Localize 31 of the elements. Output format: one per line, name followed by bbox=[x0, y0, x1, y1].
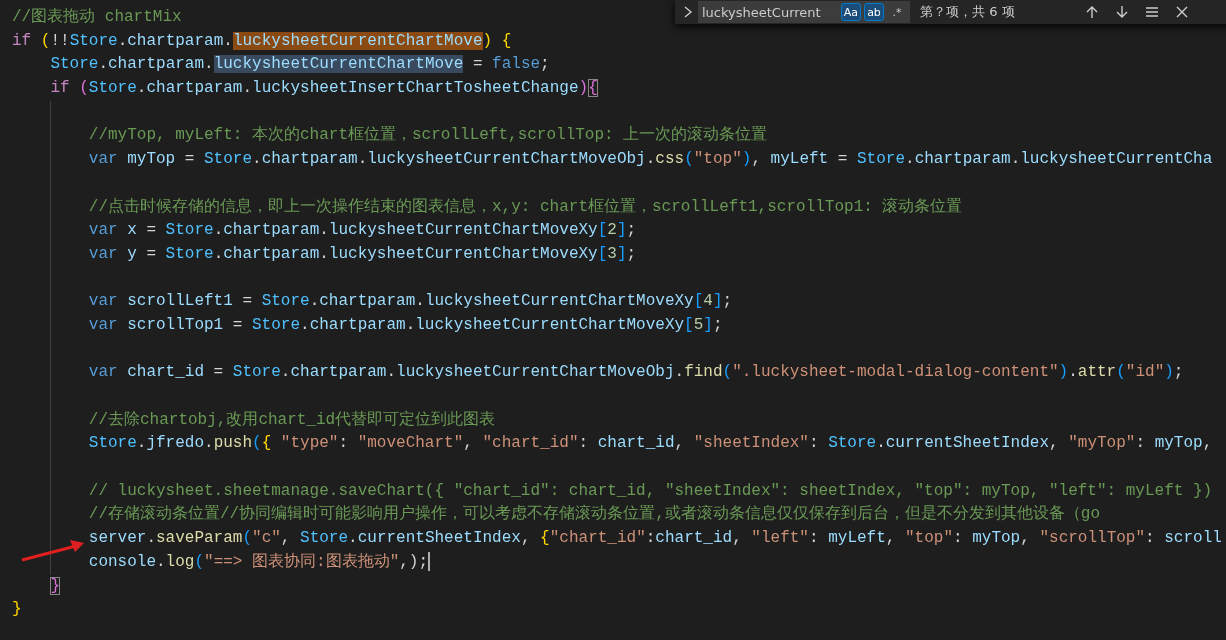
close-icon[interactable] bbox=[1174, 4, 1190, 20]
code-line: console.log("==> 图表协同:图表拖动",); bbox=[88, 551, 431, 574]
option-toggle[interactable]: .* bbox=[887, 3, 907, 21]
code-line: var scrollLeft1 = Store.chartparam.luckysheetCurrentChartMoveXy[4]; bbox=[88, 291, 733, 313]
code-line: //图表拖动 chartMix bbox=[12, 7, 182, 28]
code-line: var x = Store.chartparam.luckysheetCurrentChartMoveXy[2]; bbox=[88, 220, 637, 242]
code-line: if (!!Store.chartparam.luckysheetCurrentChartMove) { bbox=[12, 30, 512, 52]
code-line: var scrollTop1 = Store.chartparam.luckysheetCurrentChartMoveXy[5]; bbox=[88, 314, 723, 336]
code-line: //myTop, myLeft: 本次的chart框位置，scrollLeft,scrollTop: 上一次的滚动条位置 bbox=[88, 124, 768, 147]
option-toggle[interactable]: ab bbox=[864, 3, 884, 21]
code-line: var myTop = Store.chartparam.luckysheetCurrentChartMoveObj.css("top"), myLeft = Store.chartparam.luckysheetCurrentCha bbox=[88, 149, 1213, 171]
code-line: //点击时候存储的信息，即上一次操作结束的图表信息，x,y: chart框位置，scrollLeft1,scrollTop1: 滚动条位置 bbox=[88, 196, 963, 218]
match-count: 第？项，共 6 项 bbox=[920, 3, 1016, 21]
code-line: Store.chartparam.luckysheetCurrentChartMove = false; bbox=[50, 54, 550, 76]
code-line: } bbox=[12, 599, 22, 621]
code-line: server.saveParam("c", Store.currentSheetIndex, {"chart_id":chart_id, "left": myLeft, "top": myTop, "scrollTop": scroll bbox=[88, 528, 1222, 550]
lines-icon[interactable] bbox=[1144, 4, 1160, 20]
code-line: //存储滚动条位置//协同编辑时可能影响用户操作，可以考虑不存储滚动条位置,或者滚动条信息仅仅保存到后台，但是不分发到其他设备（go bbox=[88, 503, 1100, 526]
code-line: var chart_id = Store.chartparam.luckysheetCurrentChartMoveObj.find(".luckysheet-modal-dialog-content").attr("id"); bbox=[88, 362, 1184, 384]
find-input[interactable]: luckysheetCurrent Aa ab .* bbox=[698, 1, 910, 23]
code-line: //去除chartobj,改用chart_id代替即可定位到此图表 bbox=[88, 409, 496, 431]
code-line: if (Store.chartparam.luckysheetInsertChartTosheetChange){ bbox=[50, 78, 598, 100]
code-line: Store.jfredo.push({ "type": "moveChart", "chart_id": chart_id, "sheetIndex": Store.currentSheetIndex, "myTop": myTop, bbox=[88, 433, 1213, 455]
code-line: var y = Store.chartparam.luckysheetCurrentChartMoveXy[3]; bbox=[88, 243, 637, 265]
code-line: } bbox=[50, 575, 60, 597]
option-toggle[interactable]: Aa bbox=[840, 3, 861, 21]
code-line: // luckysheet.sheetmanage.saveChart({ "chart_id": chart_id, "sheetIndex": sheetIndex, "top": myTop, "left": myLeft }) bbox=[88, 480, 1213, 502]
chevron-icon[interactable] bbox=[683, 6, 693, 18]
arrow-up-icon[interactable] bbox=[1084, 4, 1100, 20]
arrow-down-icon[interactable] bbox=[1114, 4, 1130, 20]
pointer-arrow bbox=[20, 538, 86, 564]
